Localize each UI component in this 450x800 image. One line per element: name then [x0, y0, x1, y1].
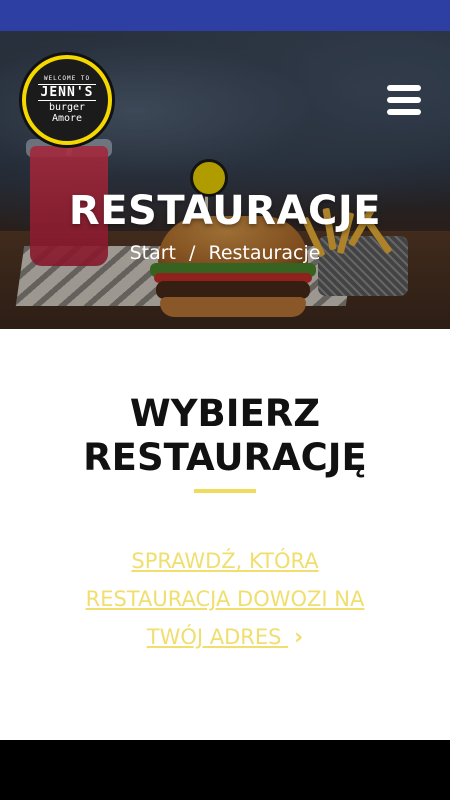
page-title: RESTAURACJE [68, 188, 382, 234]
logo-badge: WELCOME TO JENN'S burger Amore [26, 59, 108, 141]
logo-sub-text-2: Amore [51, 112, 83, 124]
logo-welcome-text: WELCOME TO [43, 74, 91, 82]
heading-divider [194, 489, 256, 493]
delivery-check-link[interactable]: SPRAWDŹ, KTÓRA RESTAURACJA DOWOZI NA TWÓ… [50, 542, 400, 657]
section-heading-line-2: RESTAURACJĘ [83, 436, 367, 480]
breadcrumb-separator: / [189, 242, 196, 264]
section-heading-line-1: WYBIERZ [129, 392, 321, 435]
delivery-link-line-2: RESTAURACJA DOWOZI NA [85, 587, 365, 611]
hamburger-menu-icon[interactable] [387, 85, 423, 117]
delivery-link-line-1: SPRAWDŹ, KTÓRA [131, 549, 319, 573]
breadcrumb-home-link[interactable]: Start [130, 242, 176, 264]
logo-name-text: JENN'S [37, 83, 97, 102]
bottom-bar [0, 740, 450, 800]
section-heading: WYBIERZ RESTAURACJĘ [0, 392, 450, 481]
breadcrumb-current: Restauracje [208, 242, 321, 264]
chevron-right-icon: › [294, 625, 304, 650]
brand-logo[interactable]: WELCOME TO JENN'S burger Amore [19, 52, 115, 148]
delivery-link-line-3-text: TWÓJ ADRES [146, 625, 282, 649]
breadcrumb: Start / Restauracje [0, 242, 450, 264]
status-bar [0, 0, 450, 31]
delivery-link-line-3: TWÓJ ADRES › [50, 618, 400, 657]
